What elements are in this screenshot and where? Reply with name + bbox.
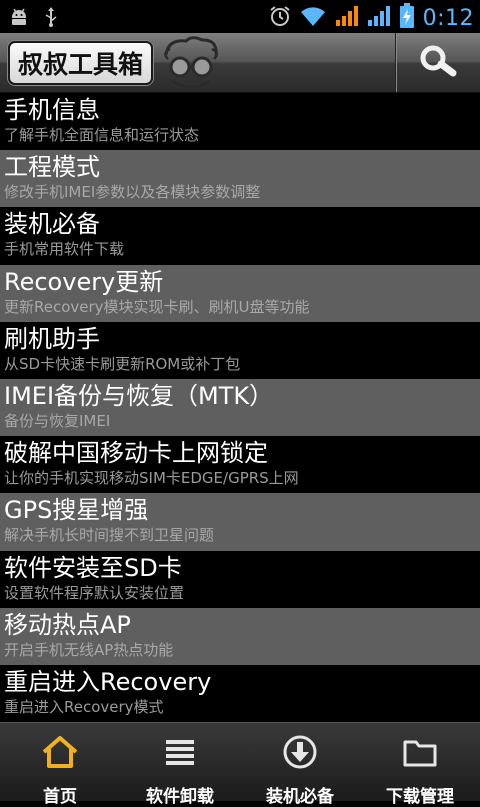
wifi-icon <box>299 4 327 32</box>
menu-item-title: 重启进入Recovery <box>4 667 212 696</box>
menu-item-subtitle: 设置软件程序默认安装位置 <box>4 583 185 602</box>
home-icon <box>40 734 80 774</box>
menu-item-engineering-mode[interactable]: 工程模式 修改手机IMEI参数以及各模块参数调整 <box>0 150 480 208</box>
search-icon <box>417 43 459 83</box>
search-button[interactable] <box>395 33 480 92</box>
usb-icon <box>44 6 58 32</box>
nav-label: 软件卸载 <box>146 787 214 807</box>
menu-item-essentials[interactable]: 装机必备 手机常用软件下载 <box>0 207 480 265</box>
menu-item-title: 软件安装至SD卡 <box>4 553 182 582</box>
nav-home[interactable]: 首页 <box>0 723 120 807</box>
nav-label: 下载管理 <box>386 787 454 807</box>
menu-item-subtitle: 解决手机长时间搜不到卫星问题 <box>4 526 215 545</box>
menu-item-subtitle: 开启手机无线AP热点功能 <box>4 640 174 659</box>
nav-uninstall[interactable]: 软件卸载 <box>120 723 240 807</box>
menu-item-phone-info[interactable]: 手机信息 了解手机全面信息和运行状态 <box>0 93 480 151</box>
nav-essentials[interactable]: 装机必备 <box>240 723 360 807</box>
title-bar: 叔叔工具箱 <box>0 33 480 94</box>
menu-item-title: GPS搜星增强 <box>4 496 149 525</box>
menu-item-title: 装机必备 <box>4 210 100 239</box>
menu-item-gps-boost[interactable]: GPS搜星增强 解决手机长时间搜不到卫星问题 <box>0 493 480 551</box>
menu-item-subtitle: 手机常用软件下载 <box>4 240 125 259</box>
download-circle-icon <box>280 734 320 774</box>
menu-item-subtitle: 重启进入Recovery模式 <box>4 697 164 716</box>
android-debug-icon <box>8 6 30 32</box>
folder-icon <box>400 734 440 774</box>
menu-item-subtitle: 从SD卡快速卡刷更新ROM或补丁包 <box>4 354 241 373</box>
list-icon <box>160 734 200 774</box>
menu-item-install-to-sd[interactable]: 软件安装至SD卡 设置软件程序默认安装位置 <box>0 550 480 608</box>
menu-item-subtitle: 修改手机IMEI参数以及各模块参数调整 <box>4 183 261 202</box>
menu-item-reboot-recovery[interactable]: 重启进入Recovery 重启进入Recovery模式 <box>0 664 480 722</box>
menu-item-title: Recovery更新 <box>4 267 164 296</box>
menu-item-hotspot-ap[interactable]: 移动热点AP 开启手机无线AP热点功能 <box>0 607 480 665</box>
signal-icon-2 <box>367 4 391 32</box>
status-time: 0:12 <box>422 5 474 31</box>
battery-charging-icon <box>399 3 415 33</box>
nav-downloads[interactable]: 下载管理 <box>360 723 480 807</box>
menu-item-subtitle: 了解手机全面信息和运行状态 <box>4 126 200 144</box>
nav-label: 首页 <box>43 787 77 807</box>
bottom-nav: 首页 软件卸载 装机必备 下载管理 <box>0 722 480 807</box>
mascot-face-icon <box>158 35 224 97</box>
menu-item-unlock-cmcc[interactable]: 破解中国移动卡上网锁定 让你的手机实现移动SIM卡EDGE/GPRS上网 <box>0 436 480 494</box>
menu-item-title: IMEI备份与恢复（MTK） <box>4 381 274 410</box>
status-bar: 0:12 <box>0 0 480 33</box>
nav-label: 装机必备 <box>266 787 334 807</box>
menu-item-title: 手机信息 <box>4 96 100 124</box>
app-title: 叔叔工具箱 <box>8 41 154 85</box>
menu-item-subtitle: 备份与恢复IMEI <box>4 411 111 430</box>
menu-item-title: 刷机助手 <box>4 324 100 353</box>
menu-item-recovery-update[interactable]: Recovery更新 更新Recovery模块实现卡刷、刷机U盘等功能 <box>0 264 480 322</box>
menu-item-flash-assistant[interactable]: 刷机助手 从SD卡快速卡刷更新ROM或补丁包 <box>0 321 480 379</box>
menu-item-subtitle: 让你的手机实现移动SIM卡EDGE/GPRS上网 <box>4 469 299 488</box>
menu-item-title: 破解中国移动卡上网锁定 <box>4 439 268 468</box>
menu-item-title: 移动热点AP <box>4 610 131 639</box>
menu-list: 手机信息 了解手机全面信息和运行状态 工程模式 修改手机IMEI参数以及各模块参… <box>0 93 480 722</box>
menu-item-title: 工程模式 <box>4 153 100 182</box>
menu-item-subtitle: 更新Recovery模块实现卡刷、刷机U盘等功能 <box>4 297 310 316</box>
alarm-icon <box>269 5 291 31</box>
menu-item-imei-backup[interactable]: IMEI备份与恢复（MTK） 备份与恢复IMEI <box>0 378 480 437</box>
signal-icon <box>335 4 359 32</box>
